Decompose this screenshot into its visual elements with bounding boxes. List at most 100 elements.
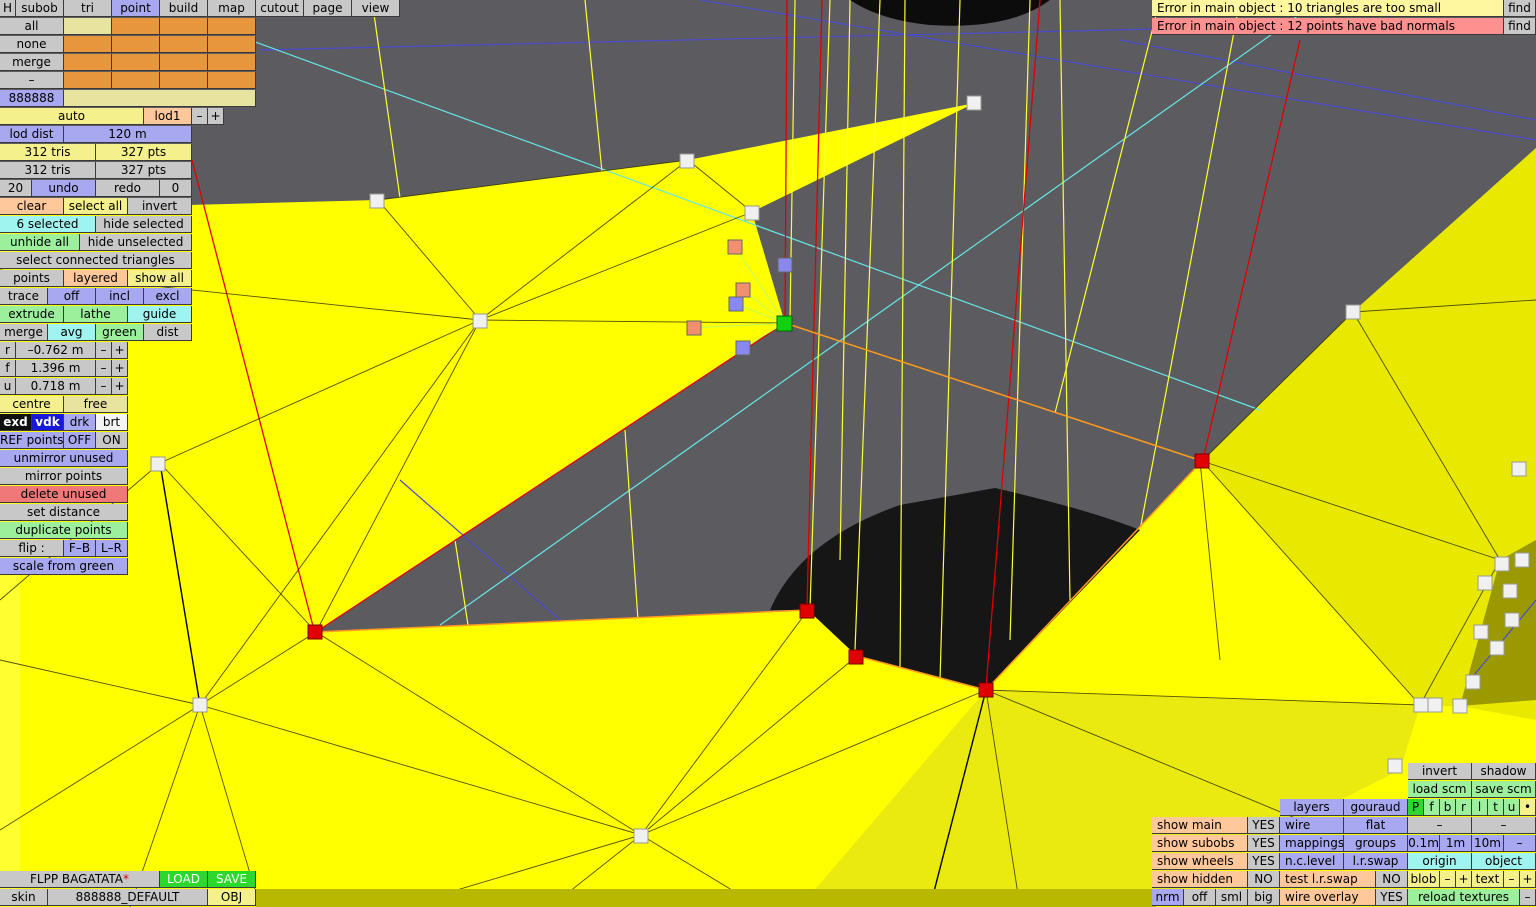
u-value[interactable]: 0.718 m bbox=[16, 378, 96, 395]
layers-button[interactable]: layers bbox=[1280, 799, 1344, 816]
find-button[interactable]: find bbox=[1504, 0, 1536, 17]
lod-dist-value[interactable]: 120 m bbox=[64, 126, 192, 143]
lod-auto[interactable]: auto bbox=[0, 108, 144, 125]
r-minus-button[interactable]: – bbox=[96, 342, 112, 359]
select-none-button[interactable]: none bbox=[0, 36, 64, 53]
guide-button[interactable]: guide bbox=[128, 306, 192, 323]
reload-minus-button[interactable]: – bbox=[1520, 889, 1536, 906]
r-value[interactable]: –0.762 m bbox=[16, 342, 96, 359]
view-t-button[interactable]: t bbox=[1488, 799, 1504, 816]
swatch[interactable] bbox=[208, 54, 256, 71]
text-plus-button[interactable]: + bbox=[1520, 871, 1536, 888]
swatch[interactable] bbox=[160, 18, 208, 35]
text-minus-button[interactable]: – bbox=[1504, 871, 1520, 888]
grid-dash-button[interactable]: – bbox=[1504, 835, 1536, 852]
brt-button[interactable]: brt bbox=[96, 414, 128, 431]
u-plus-button[interactable]: + bbox=[112, 378, 128, 395]
unhide-all-button[interactable]: unhide all bbox=[0, 234, 80, 251]
load-scm-button[interactable]: load scm bbox=[1408, 781, 1472, 798]
flip-fb-button[interactable]: F–B bbox=[64, 540, 96, 557]
swatch[interactable] bbox=[208, 36, 256, 53]
merge-button[interactable]: merge bbox=[0, 54, 64, 71]
lathe-button[interactable]: lathe bbox=[64, 306, 128, 323]
f-minus-button[interactable]: – bbox=[96, 360, 112, 377]
dash-button[interactable]: – bbox=[0, 72, 64, 89]
exd-button[interactable]: exd bbox=[0, 414, 32, 431]
tab-subob[interactable]: subob bbox=[16, 0, 64, 17]
scale-from-green-button[interactable]: scale from green bbox=[0, 558, 128, 575]
invert-button[interactable]: invert bbox=[1408, 763, 1472, 780]
tab-cutout[interactable]: cutout bbox=[256, 0, 304, 17]
grid-10m-button[interactable]: 10m bbox=[1472, 835, 1504, 852]
tab-point[interactable]: point bbox=[112, 0, 160, 17]
save-button[interactable]: SAVE bbox=[208, 871, 256, 888]
invert-selection-button[interactable]: invert bbox=[128, 198, 192, 215]
swatch[interactable] bbox=[160, 36, 208, 53]
grid-1m-button[interactable]: 1m bbox=[1440, 835, 1472, 852]
swatch[interactable] bbox=[160, 54, 208, 71]
lr-swap-button[interactable]: l.r.swap bbox=[1344, 853, 1408, 870]
tab-tri[interactable]: tri bbox=[64, 0, 112, 17]
drk-button[interactable]: drk bbox=[64, 414, 96, 431]
vdk-button[interactable]: vdk bbox=[32, 414, 64, 431]
r-plus-button[interactable]: + bbox=[112, 342, 128, 359]
tab-build[interactable]: build bbox=[160, 0, 208, 17]
show-wheels-toggle[interactable]: YES bbox=[1248, 853, 1280, 870]
blob-minus-button[interactable]: – bbox=[1440, 871, 1456, 888]
swatch[interactable] bbox=[208, 18, 256, 35]
wire-overlay-toggle[interactable]: YES bbox=[1376, 889, 1408, 906]
grid-01m-button[interactable]: 0.1m bbox=[1408, 835, 1440, 852]
f-plus-button[interactable]: + bbox=[112, 360, 128, 377]
test-lr-swap-toggle[interactable]: NO bbox=[1376, 871, 1408, 888]
load-button[interactable]: LOAD bbox=[160, 871, 208, 888]
wire-button[interactable]: wire bbox=[1280, 817, 1344, 834]
show-main-toggle[interactable]: YES bbox=[1248, 817, 1280, 834]
big-button[interactable]: big bbox=[1248, 889, 1280, 906]
tab-view[interactable]: view bbox=[352, 0, 400, 17]
u-minus-button[interactable]: – bbox=[96, 378, 112, 395]
select-all-points-button[interactable]: select all bbox=[64, 198, 128, 215]
swatch[interactable] bbox=[64, 18, 112, 35]
3d-viewport[interactable] bbox=[0, 0, 1536, 907]
swatch[interactable] bbox=[160, 72, 208, 89]
trace-incl-button[interactable]: incl bbox=[96, 288, 144, 305]
off-button[interactable]: off bbox=[1184, 889, 1216, 906]
view-p-button[interactable]: P bbox=[1408, 799, 1424, 816]
dash-button[interactable]: – bbox=[1408, 817, 1472, 834]
swatch[interactable] bbox=[64, 36, 112, 53]
f-value[interactable]: 1.396 m bbox=[16, 360, 96, 377]
merge-points-button[interactable]: merge bbox=[0, 324, 48, 341]
lod1-button[interactable]: lod1 bbox=[144, 108, 192, 125]
gouraud-button[interactable]: gouraud bbox=[1344, 799, 1408, 816]
mirror-points-button[interactable]: mirror points bbox=[0, 468, 128, 485]
find-button[interactable]: find bbox=[1504, 18, 1536, 35]
save-scm-button[interactable]: save scm bbox=[1472, 781, 1536, 798]
skin-name[interactable]: 888888_DEFAULT bbox=[48, 889, 208, 906]
free-button[interactable]: free bbox=[64, 396, 128, 413]
color-code-field[interactable] bbox=[64, 90, 256, 107]
object-button[interactable]: object bbox=[1472, 853, 1536, 870]
extrude-button[interactable]: extrude bbox=[0, 306, 64, 323]
groups-button[interactable]: groups bbox=[1344, 835, 1408, 852]
undo-button[interactable]: undo bbox=[32, 180, 96, 197]
hide-unselected-button[interactable]: hide unselected bbox=[80, 234, 192, 251]
lod-plus-button[interactable]: + bbox=[208, 108, 224, 125]
swatch[interactable] bbox=[208, 72, 256, 89]
nc-level-button[interactable]: n.c.level bbox=[1280, 853, 1344, 870]
centre-button[interactable]: centre bbox=[0, 396, 64, 413]
layered-button[interactable]: layered bbox=[64, 270, 128, 287]
view-f-button[interactable]: f bbox=[1424, 799, 1440, 816]
unmirror-unused-button[interactable]: unmirror unused bbox=[0, 450, 128, 467]
show-hidden-toggle[interactable]: NO bbox=[1248, 871, 1280, 888]
tab-page[interactable]: page bbox=[304, 0, 352, 17]
swatch[interactable] bbox=[64, 72, 112, 89]
swatch[interactable] bbox=[112, 36, 160, 53]
dist-button[interactable]: dist bbox=[144, 324, 192, 341]
select-all-button[interactable]: all bbox=[0, 18, 64, 35]
select-connected-button[interactable]: select connected triangles bbox=[0, 252, 192, 269]
swatch[interactable] bbox=[64, 54, 112, 71]
lod-minus-button[interactable]: – bbox=[192, 108, 208, 125]
green-button[interactable]: green bbox=[96, 324, 144, 341]
show-all-button[interactable]: show all bbox=[128, 270, 192, 287]
redo-button[interactable]: redo bbox=[96, 180, 160, 197]
